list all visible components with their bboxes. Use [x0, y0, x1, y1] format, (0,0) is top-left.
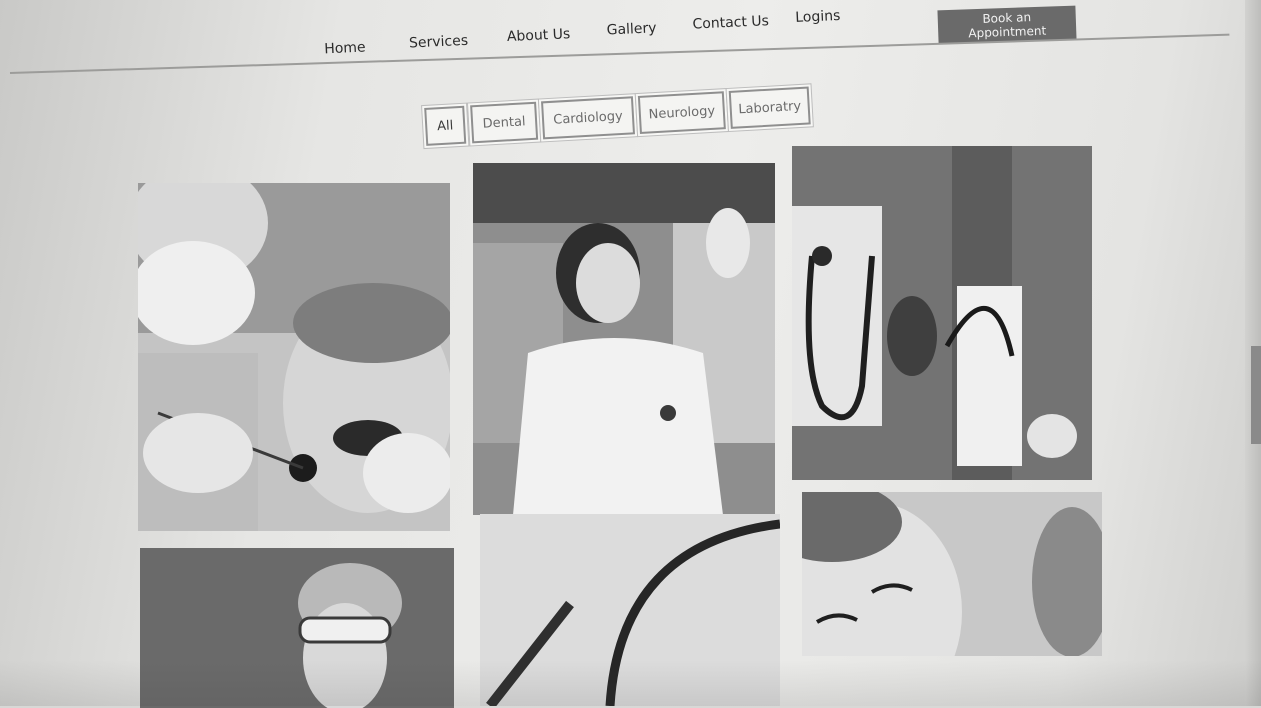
- dental-exam-photo: [138, 183, 450, 531]
- page-shadow: [0, 660, 1261, 706]
- smiling-patient-photo: [802, 492, 1102, 656]
- photo-gallery: [0, 0, 1261, 708]
- stethoscope-blood-pressure-photo: [792, 146, 1092, 480]
- gallery-photo-cardiology[interactable]: [473, 163, 775, 515]
- gallery-photo-neurology[interactable]: [792, 146, 1092, 480]
- gallery-photo-dental[interactable]: [138, 183, 450, 531]
- doctor-xray-photo: [473, 163, 775, 515]
- gallery-photo-patient[interactable]: [802, 492, 1102, 656]
